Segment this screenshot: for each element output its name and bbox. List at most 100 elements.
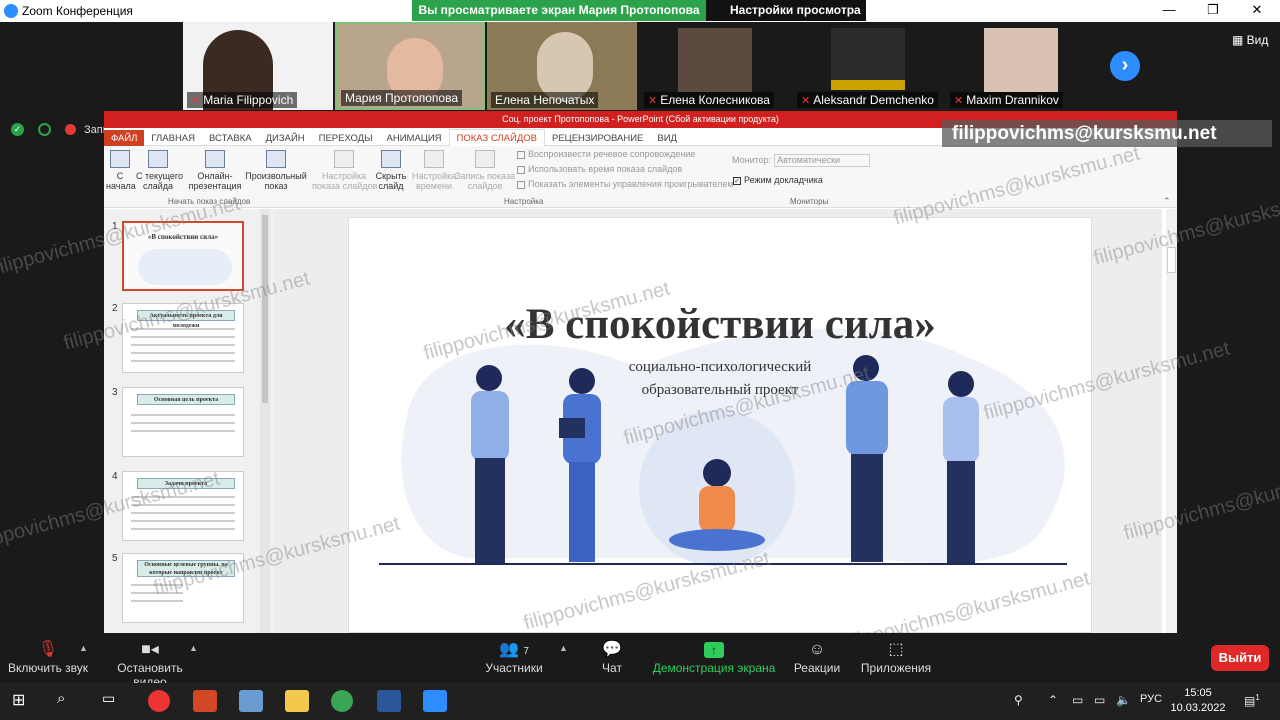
- close-button[interactable]: ✕: [1242, 2, 1272, 18]
- participant-tile-active[interactable]: Мария Протопопова: [335, 22, 485, 110]
- grid-icon: ▦: [1232, 33, 1247, 47]
- setup-show-button[interactable]: Настройка показа слайдов: [312, 150, 377, 191]
- thumb-title: «В спокойствии сила»: [147, 233, 219, 241]
- reactions-button[interactable]: ☺ Реакции: [790, 639, 844, 675]
- tab-home[interactable]: ГЛАВНАЯ: [144, 130, 202, 147]
- from-start-button[interactable]: С начала: [106, 150, 136, 191]
- restore-button[interactable]: ❐: [1198, 2, 1228, 18]
- shield-check-icon[interactable]: ✓: [11, 123, 24, 136]
- chrome-icon[interactable]: [331, 690, 353, 712]
- custom-show-button[interactable]: Произвольный показ: [244, 150, 308, 191]
- tab-insert[interactable]: ВСТАВКА: [202, 130, 259, 147]
- participant-tile[interactable]: ✕ Maxim Drannikov: [946, 22, 1096, 110]
- share-screen-icon: ↑: [652, 639, 776, 661]
- connection-icon[interactable]: [38, 123, 51, 136]
- tab-design[interactable]: ДИЗАЙН: [259, 130, 312, 147]
- windows-start-icon[interactable]: ⊞: [12, 690, 36, 712]
- collapse-ribbon-icon[interactable]: ⌃: [1163, 196, 1171, 207]
- chevron-up-icon[interactable]: ▲: [79, 643, 88, 653]
- thumb-text-line: [131, 328, 235, 330]
- battery-icon[interactable]: ▭: [1094, 693, 1105, 707]
- chevron-up-icon[interactable]: ▲: [559, 643, 568, 653]
- thumb-text-line: [131, 336, 235, 338]
- slide-number: 3: [112, 387, 118, 398]
- scrollbar-thumb[interactable]: [1167, 247, 1176, 273]
- participant-tile[interactable]: ✕ Aleksandr Demchenko: [793, 22, 943, 110]
- record-show-icon: [475, 150, 495, 168]
- slide-thumbnail[interactable]: Задачи проекта: [122, 471, 244, 541]
- calculator-icon[interactable]: [239, 690, 263, 712]
- tab-review[interactable]: РЕЦЕНЗИРОВАНИЕ: [545, 130, 650, 147]
- participant-name: Елена Непочатых: [491, 92, 599, 108]
- leave-button[interactable]: Выйти: [1211, 645, 1269, 671]
- thumb-text-line: [131, 584, 183, 586]
- view-options-dropdown[interactable]: Настройки просмотра ⌄: [706, 0, 866, 38]
- search-icon[interactable]: ⌕: [57, 690, 81, 712]
- participant-tile[interactable]: Елена Непочатых: [487, 22, 637, 110]
- language-indicator[interactable]: РУС: [1140, 693, 1162, 705]
- monitor-select[interactable]: Монитор: Автоматически: [732, 154, 871, 167]
- presenter-view-checkbox[interactable]: ✓ Режим докладчика: [733, 175, 823, 185]
- participant-tile[interactable]: ✕ Maria Filippovich: [183, 22, 333, 110]
- from-current-button[interactable]: С текущего слайда: [136, 150, 183, 191]
- taskbar-clock[interactable]: 15:05 10.03.2022: [1166, 686, 1230, 716]
- checkbox-checked-icon: ✓: [733, 176, 741, 185]
- share-screen-button[interactable]: ↑ Демонстрация экрана: [652, 639, 776, 675]
- slide-thumbnail[interactable]: Основная цель проекта: [122, 387, 244, 457]
- slide-canvas: «В спокойствии сила» социально-психологи…: [274, 209, 1162, 633]
- slide-thumbnail[interactable]: «В спокойствии сила»: [122, 221, 244, 291]
- network-icon[interactable]: ▭: [1072, 693, 1083, 707]
- slide-thumbnail[interactable]: Основные целевые группы, на которые напр…: [122, 553, 244, 623]
- chevron-up-icon[interactable]: ▲: [189, 643, 198, 653]
- mic-muted-icon: ✕: [801, 95, 811, 107]
- thumb-text-line: [131, 430, 235, 432]
- thumb-text-line: [131, 352, 235, 354]
- thumb-text-line: [131, 520, 235, 522]
- thumb-text-line: [131, 528, 235, 530]
- file-explorer-icon[interactable]: [285, 690, 309, 712]
- volume-icon[interactable]: 🔈: [1116, 693, 1131, 707]
- video-camera-icon: ■◂: [141, 641, 159, 658]
- scrollbar-thumb[interactable]: [262, 215, 268, 403]
- participant-name: ✕ Елена Колесникова: [644, 92, 774, 108]
- yandex-browser-icon[interactable]: [148, 690, 170, 712]
- hide-slide-button[interactable]: Скрыть слайд: [374, 150, 408, 191]
- slide-thumbnail[interactable]: Актуальность проекта для молодежи: [122, 303, 244, 373]
- tab-slideshow[interactable]: ПОКАЗ СЛАЙДОВ: [448, 129, 545, 147]
- record-show-button[interactable]: Запись показа слайдов: [454, 150, 516, 191]
- participant-tile[interactable]: ✕ Елена Колесникова: [640, 22, 790, 110]
- slide-scrollbar[interactable]: [1166, 209, 1177, 633]
- tab-animation[interactable]: АНИМАЦИЯ: [380, 130, 449, 147]
- next-page-button[interactable]: ›: [1110, 51, 1140, 81]
- apps-button[interactable]: ⬚ Приложения: [858, 639, 934, 675]
- thumbnails-scrollbar[interactable]: [260, 209, 270, 633]
- stop-video-button[interactable]: ■◂ Остановить видео: [100, 639, 200, 689]
- view-button[interactable]: ▦ Вид: [1232, 33, 1268, 47]
- word-icon[interactable]: [377, 690, 401, 712]
- slide-number: 4: [112, 471, 118, 482]
- notifications-icon[interactable]: ▤1: [1244, 693, 1260, 708]
- tab-file[interactable]: ФАЙЛ: [104, 130, 145, 147]
- online-presentation-button[interactable]: Онлайн- презентация: [184, 150, 246, 191]
- participants-button[interactable]: 👥 7 Участники: [484, 639, 544, 675]
- minimize-button[interactable]: —: [1154, 2, 1184, 17]
- apps-icon: ⬚: [888, 641, 904, 658]
- current-slide[interactable]: «В спокойствии сила» социально-психологи…: [348, 217, 1092, 633]
- controls-checkbox[interactable]: Показать элементы управления проигрывате…: [517, 179, 734, 189]
- chat-button[interactable]: 💬 Чат: [592, 639, 632, 675]
- powerpoint-icon[interactable]: [193, 690, 217, 712]
- participant-name: ✕ Aleksandr Demchenko: [797, 92, 938, 108]
- tab-transitions[interactable]: ПЕРЕХОДЫ: [312, 130, 380, 147]
- rehearse-timings-button[interactable]: Настройка времени: [412, 150, 456, 191]
- thumb-text-line: [131, 414, 235, 416]
- person-icon[interactable]: ⚲: [1014, 693, 1023, 707]
- zoom-icon[interactable]: [423, 690, 447, 712]
- task-view-icon[interactable]: ▭: [102, 690, 126, 712]
- timings-checkbox[interactable]: Использовать время показа слайдов: [517, 164, 682, 174]
- chevron-up-icon[interactable]: ⌃: [1048, 693, 1058, 707]
- tab-view[interactable]: ВИД: [650, 130, 684, 147]
- mic-muted-icon: ✕: [954, 95, 964, 107]
- participant-name: ✕ Maria Filippovich: [187, 92, 298, 108]
- narration-checkbox[interactable]: Воспроизвести речевое сопровождение: [517, 149, 695, 159]
- group-setup-label: Настройка: [504, 197, 544, 206]
